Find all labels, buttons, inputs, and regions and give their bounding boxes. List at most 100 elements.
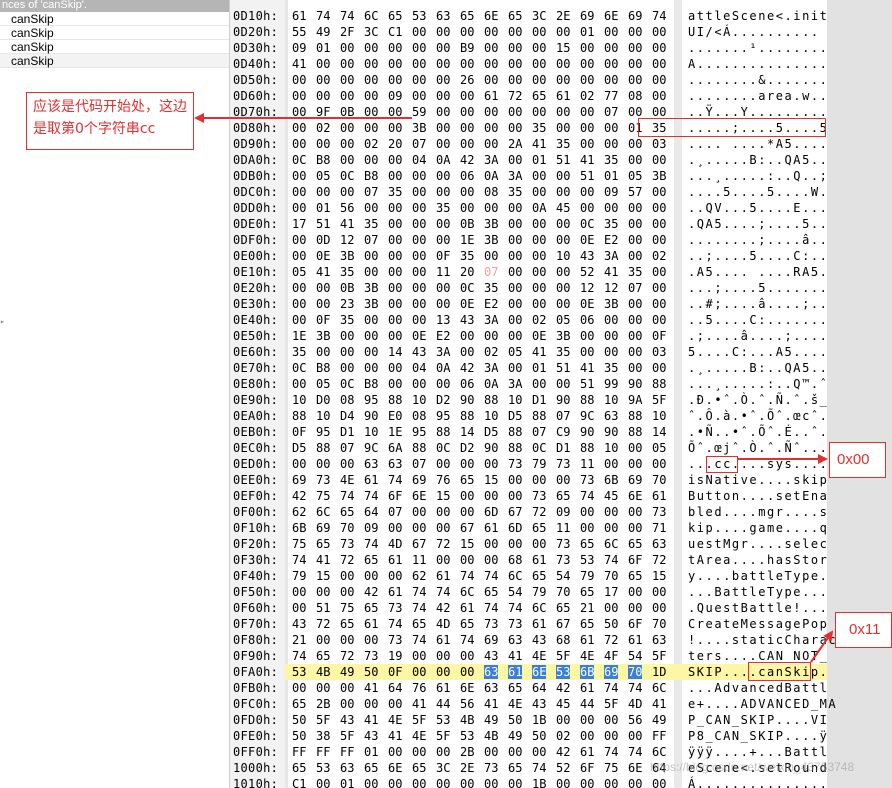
hex-byte[interactable]: 00 (580, 185, 594, 199)
hex-byte[interactable]: 00 (508, 153, 522, 167)
hex-row[interactable]: 0FB0h: 00 00 00 41 64 76 61 6E 63 65 64 42 61 74 74 6C..… (230, 680, 827, 696)
hex-row[interactable]: 0E60h: 35 00 00 00 14 43 3A 00 02 05 41 35 00 00 00 03 5.… (230, 344, 827, 360)
hex-byte[interactable]: 07 (412, 137, 426, 151)
hex-byte[interactable]: 00 (628, 297, 642, 311)
hex-byte[interactable]: 00 (292, 313, 306, 327)
hex-byte[interactable]: 00 (364, 153, 378, 167)
hex-byte[interactable]: 65 (556, 601, 570, 615)
hex-row[interactable]: 0E50h: 1E 3B 00 00 00 0E E2 00 00 00 0E 3B 00 00 00 0F.;… (230, 328, 827, 344)
hex-byte[interactable]: 00 (508, 41, 522, 55)
hex-byte[interactable]: 72 (340, 649, 354, 663)
hex-byte[interactable]: 74 (388, 473, 402, 487)
hex-byte[interactable]: 75 (604, 761, 618, 775)
hex-byte[interactable]: 04 (412, 153, 426, 167)
hex-byte[interactable]: 35 (364, 217, 378, 231)
hex-byte[interactable]: 00 (532, 217, 546, 231)
hex-byte[interactable]: 50 (292, 729, 306, 743)
hex-byte[interactable]: 0B (460, 217, 474, 231)
hex-byte[interactable]: 00 (628, 329, 642, 343)
hex-byte[interactable]: 00 (628, 137, 642, 151)
hex-byte[interactable]: 00 (436, 185, 450, 199)
hex-byte[interactable]: 00 (388, 217, 402, 231)
hex-row[interactable]: 0E90h: 10 D0 08 95 88 10 D2 90 88 10 D1 90 88 10 9A 5F .Ð… (230, 392, 827, 408)
hex-byte[interactable]: 00 (604, 73, 618, 87)
hex-byte[interactable]: 00 (412, 169, 426, 183)
hex-byte[interactable]: 73 (340, 537, 354, 551)
hex-byte[interactable]: 35 (532, 121, 546, 135)
hex-byte[interactable]: 00 (388, 313, 402, 327)
hex-byte[interactable]: 00 (316, 681, 330, 695)
ascii-text[interactable]: P_CAN_SKIP....VI (688, 713, 828, 727)
hex-byte[interactable]: 0F (436, 249, 450, 263)
hex-byte[interactable]: 0A (436, 153, 450, 167)
hex-byte[interactable]: 49 (340, 665, 354, 679)
hex-row[interactable]: 0E70h: 0C B8 00 00 00 04 0A 42 3A 00 01 51 41 35 00 00 .¸… (230, 360, 827, 376)
hex-byte[interactable]: 00 (340, 185, 354, 199)
hex-byte[interactable]: 00 (340, 121, 354, 135)
hex-row[interactable]: 0F20h: 75 65 73 74 4D 67 72 15 00 00 00 73 65 6C 65 63 ue… (230, 536, 827, 552)
hex-byte[interactable]: 64 (364, 505, 378, 519)
hex-byte[interactable]: 01 (316, 41, 330, 55)
hex-byte[interactable]: 00 (604, 57, 618, 71)
hex-row[interactable]: 0F30h: 74 41 72 65 61 11 00 00 00 68 61 73 53 74 6F 72 tA… (230, 552, 827, 568)
ascii-text[interactable]: .¸.....B:..QA5.. (688, 153, 828, 167)
hex-byte[interactable]: 09 (364, 521, 378, 535)
hex-byte[interactable]: 00 (508, 777, 522, 788)
hex-byte[interactable]: 56 (460, 697, 474, 711)
hex-byte[interactable]: 00 (628, 73, 642, 87)
hex-byte[interactable]: 00 (412, 649, 426, 663)
hex-byte[interactable]: 69 (484, 633, 498, 647)
hex-byte[interactable]: 02 (532, 313, 546, 327)
hex-byte[interactable]: 11 (436, 265, 450, 279)
hex-byte[interactable]: 6C (532, 601, 546, 615)
hex-byte[interactable]: 00 (340, 633, 354, 647)
hex-byte[interactable]: 00 (580, 121, 594, 135)
hex-byte[interactable]: 72 (508, 89, 522, 103)
hex-byte[interactable]: 00 (556, 265, 570, 279)
hex-byte[interactable]: 95 (436, 409, 450, 423)
hex-byte[interactable]: 00 (316, 345, 330, 359)
hex-byte[interactable]: 49 (508, 729, 522, 743)
hex-byte[interactable]: 10 (604, 441, 618, 455)
hex-byte[interactable]: 00 (532, 185, 546, 199)
ascii-text[interactable]: ..5....C:....... (688, 313, 828, 327)
hex-byte[interactable]: 65 (292, 761, 306, 775)
hex-byte[interactable]: 14 (460, 425, 474, 439)
hex-byte[interactable]: 13 (436, 313, 450, 327)
hex-byte[interactable]: 07 (484, 265, 498, 279)
ascii-text[interactable]: ........area.w.. (688, 89, 828, 103)
hex-row[interactable]: 0DB0h: 00 05 0C B8 00 00 00 06 0A 3A 00 00 51 01 05 3B..… (230, 168, 827, 184)
hex-byte[interactable]: 00 (436, 89, 450, 103)
hex-byte[interactable]: 88 (484, 393, 498, 407)
hex-byte[interactable]: 10 (316, 409, 330, 423)
hex-byte[interactable]: E2 (484, 297, 498, 311)
ascii-text[interactable]: e+....ADVANCED_MA (688, 697, 837, 711)
hex-byte[interactable]: 74 (340, 9, 354, 23)
hex-byte[interactable]: 00 (484, 537, 498, 551)
hex-byte[interactable]: D2 (436, 393, 450, 407)
hex-byte[interactable]: 3C (364, 25, 378, 39)
hex-byte[interactable]: 00 (628, 457, 642, 471)
hex-byte[interactable]: 61 (460, 601, 474, 615)
hex-byte[interactable]: 00 (532, 265, 546, 279)
hex-byte[interactable]: 90 (628, 377, 642, 391)
hex-byte[interactable]: 4E (508, 697, 522, 711)
hex-byte[interactable]: 35 (484, 281, 498, 295)
hex-byte[interactable]: 9C (580, 409, 594, 423)
hex-byte[interactable]: 06 (460, 169, 474, 183)
hex-byte[interactable]: 00 (460, 329, 474, 343)
hex-byte[interactable]: 35 (340, 265, 354, 279)
hex-byte[interactable]: 00 (628, 505, 642, 519)
hex-byte[interactable]: 0F (652, 329, 666, 343)
hex-byte[interactable]: 73 (388, 601, 402, 615)
hex-byte[interactable]: 61 (580, 633, 594, 647)
hex-byte[interactable]: 00 (484, 777, 498, 788)
ascii-text[interactable]: y....battleType. (688, 569, 828, 583)
hex-byte[interactable]: 65 (628, 537, 642, 551)
hex-byte[interactable]: 09 (388, 89, 402, 103)
hex-byte[interactable]: 00 (316, 297, 330, 311)
hex-byte[interactable]: 3B (652, 169, 666, 183)
hex-byte[interactable]: 6D (508, 521, 522, 535)
hex-byte[interactable]: 0B (340, 281, 354, 295)
hex-row[interactable]: 0EA0h: 88 10 D4 90 E0 08 95 88 10 D5 88 07 9C 63 88 10 ˆ.… (230, 408, 827, 424)
